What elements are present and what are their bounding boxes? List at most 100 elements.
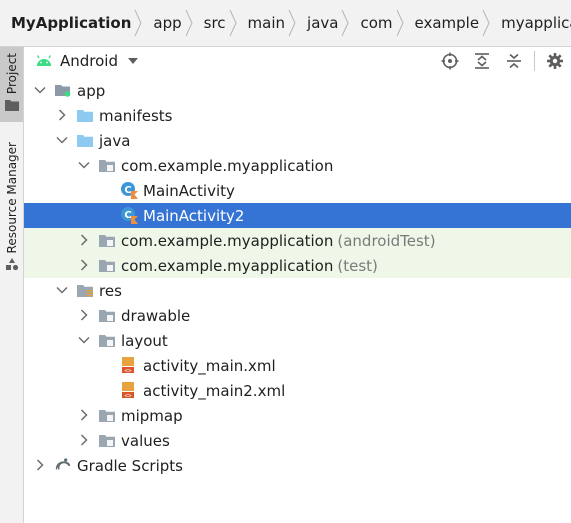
svg-text:<>: <> xyxy=(124,368,132,375)
tree-item-name: manifests xyxy=(99,106,173,125)
breadcrumb-item[interactable]: com xyxy=(352,0,406,46)
tree-item-suffix: (androidTest) xyxy=(337,231,436,250)
folder-icon xyxy=(76,107,94,123)
tree-item-name: mipmap xyxy=(121,406,183,425)
tree-row[interactable]: layout xyxy=(24,328,571,353)
chevron-down-icon[interactable] xyxy=(34,84,46,96)
locate-file-button[interactable] xyxy=(434,47,466,75)
gear-icon xyxy=(547,53,563,69)
chevron-right-icon[interactable] xyxy=(78,234,90,246)
tree-item-label: res xyxy=(99,282,122,300)
folder-icon xyxy=(4,100,19,112)
svg-text:C: C xyxy=(124,210,131,221)
tree-row[interactable]: values xyxy=(24,428,571,453)
tree-item-name: com.example.myapplication xyxy=(121,231,334,250)
tree-row[interactable]: manifests xyxy=(24,103,571,128)
package-icon xyxy=(98,307,116,323)
tree-item-label: app xyxy=(77,82,105,100)
expand-all-icon xyxy=(475,53,489,69)
expand-all-button[interactable] xyxy=(466,47,498,75)
breadcrumb-item[interactable]: main xyxy=(240,0,299,46)
breadcrumb-item[interactable]: MyApplication xyxy=(0,0,145,46)
chevron-down-icon[interactable] xyxy=(78,334,90,346)
chevron-right-icon[interactable] xyxy=(78,309,90,321)
tree-row[interactable]: <> activity_main.xml xyxy=(24,353,571,378)
tree-row[interactable]: C MainActivity xyxy=(24,178,571,203)
tree-item-label: activity_main.xml xyxy=(143,357,276,375)
chevron-down-icon[interactable] xyxy=(56,134,68,146)
xml-layout-icon: <> xyxy=(120,357,138,375)
breadcrumb-label: MyApplication xyxy=(11,14,132,32)
breadcrumb: MyApplication app src main java com example mya… xyxy=(0,0,571,47)
tree-item-label: layout xyxy=(121,332,168,350)
package-icon xyxy=(98,332,116,348)
tree-item-label: com.example.myapplication (test) xyxy=(121,257,378,275)
tree-row[interactable]: app xyxy=(24,78,571,103)
project-toolbar: Android xyxy=(24,47,571,75)
view-selector[interactable]: Android xyxy=(36,52,139,70)
tree-item-label: MainActivity2 xyxy=(143,207,244,225)
collapse-all-icon xyxy=(507,53,521,69)
gradle-icon xyxy=(54,457,72,473)
tree-item-name: com.example.myapplication xyxy=(121,156,334,175)
package-icon xyxy=(98,407,116,423)
chevron-right-icon[interactable] xyxy=(78,434,90,446)
tree-item-name: MainActivity2 xyxy=(143,206,245,225)
tree-row[interactable]: com.example.myapplication (test) xyxy=(24,253,571,278)
tree-row[interactable]: <> activity_main2.xml xyxy=(24,378,571,403)
tree-row[interactable]: mipmap xyxy=(24,403,571,428)
chevron-right-icon xyxy=(338,0,352,46)
view-selector-label: Android xyxy=(60,52,118,70)
tree-item-label: com.example.myapplication (androidTest) xyxy=(121,232,436,250)
breadcrumb-item[interactable]: app xyxy=(145,0,195,46)
xml-layout-icon: <> xyxy=(120,382,138,400)
tree-item-name: layout xyxy=(121,331,168,350)
breadcrumb-item[interactable]: src xyxy=(196,0,240,46)
tree-item-label: java xyxy=(99,132,130,150)
breadcrumb-item[interactable]: example xyxy=(407,0,494,46)
project-tool-tab[interactable]: Project xyxy=(0,47,23,122)
settings-button[interactable] xyxy=(539,47,571,75)
resources-icon xyxy=(5,258,18,271)
kotlin-class-icon: C xyxy=(120,207,138,224)
chevron-right-icon[interactable] xyxy=(56,109,68,121)
tree-row-selected[interactable]: C MainActivity2 xyxy=(24,203,571,228)
resource-manager-tool-tab[interactable]: Resource Manager xyxy=(0,142,23,282)
tree-item-name: java xyxy=(99,131,131,150)
chevron-right-icon[interactable] xyxy=(78,409,90,421)
tree-item-name: activity_main.xml xyxy=(143,356,276,375)
chevron-down-icon[interactable] xyxy=(56,284,68,296)
tree-item-label: Gradle Scripts xyxy=(77,457,183,475)
res-folder-icon xyxy=(76,282,94,298)
chevron-right-icon[interactable] xyxy=(78,259,90,271)
project-tab-label: Project xyxy=(4,53,19,95)
tree-item-name: drawable xyxy=(121,306,191,325)
tree-row[interactable]: Gradle Scripts xyxy=(24,453,571,478)
tree-item-name: app xyxy=(77,81,106,100)
tree-item-name: Gradle Scripts xyxy=(77,456,183,475)
tree-row[interactable]: com.example.myapplication xyxy=(24,153,571,178)
chevron-right-icon xyxy=(226,0,240,46)
tree-item-name: MainActivity xyxy=(143,181,235,200)
chevron-down-icon[interactable] xyxy=(78,159,90,171)
tree-row[interactable]: com.example.myapplication (androidTest) xyxy=(24,228,571,253)
tree-row[interactable]: res xyxy=(24,278,571,303)
svg-text:C: C xyxy=(124,185,131,196)
svg-text:<>: <> xyxy=(124,393,132,400)
chevron-right-icon xyxy=(479,0,493,46)
breadcrumb-item[interactable]: java xyxy=(299,0,352,46)
tree-item-name: values xyxy=(121,431,170,450)
module-icon xyxy=(54,82,72,98)
breadcrumb-item[interactable]: myapplication xyxy=(493,0,571,46)
chevron-right-icon[interactable] xyxy=(34,459,46,471)
tree-item-name: activity_main2.xml xyxy=(143,381,286,400)
tree-row[interactable]: drawable xyxy=(24,303,571,328)
package-icon xyxy=(98,432,116,448)
chevron-right-icon xyxy=(182,0,196,46)
collapse-all-button[interactable] xyxy=(498,47,530,75)
tree-row[interactable]: java xyxy=(24,128,571,153)
tree-item-label: drawable xyxy=(121,307,190,325)
locate-icon xyxy=(441,52,459,70)
breadcrumb-label: app xyxy=(153,14,182,32)
tool-window-stripe: Project Resource Manager xyxy=(0,47,24,523)
